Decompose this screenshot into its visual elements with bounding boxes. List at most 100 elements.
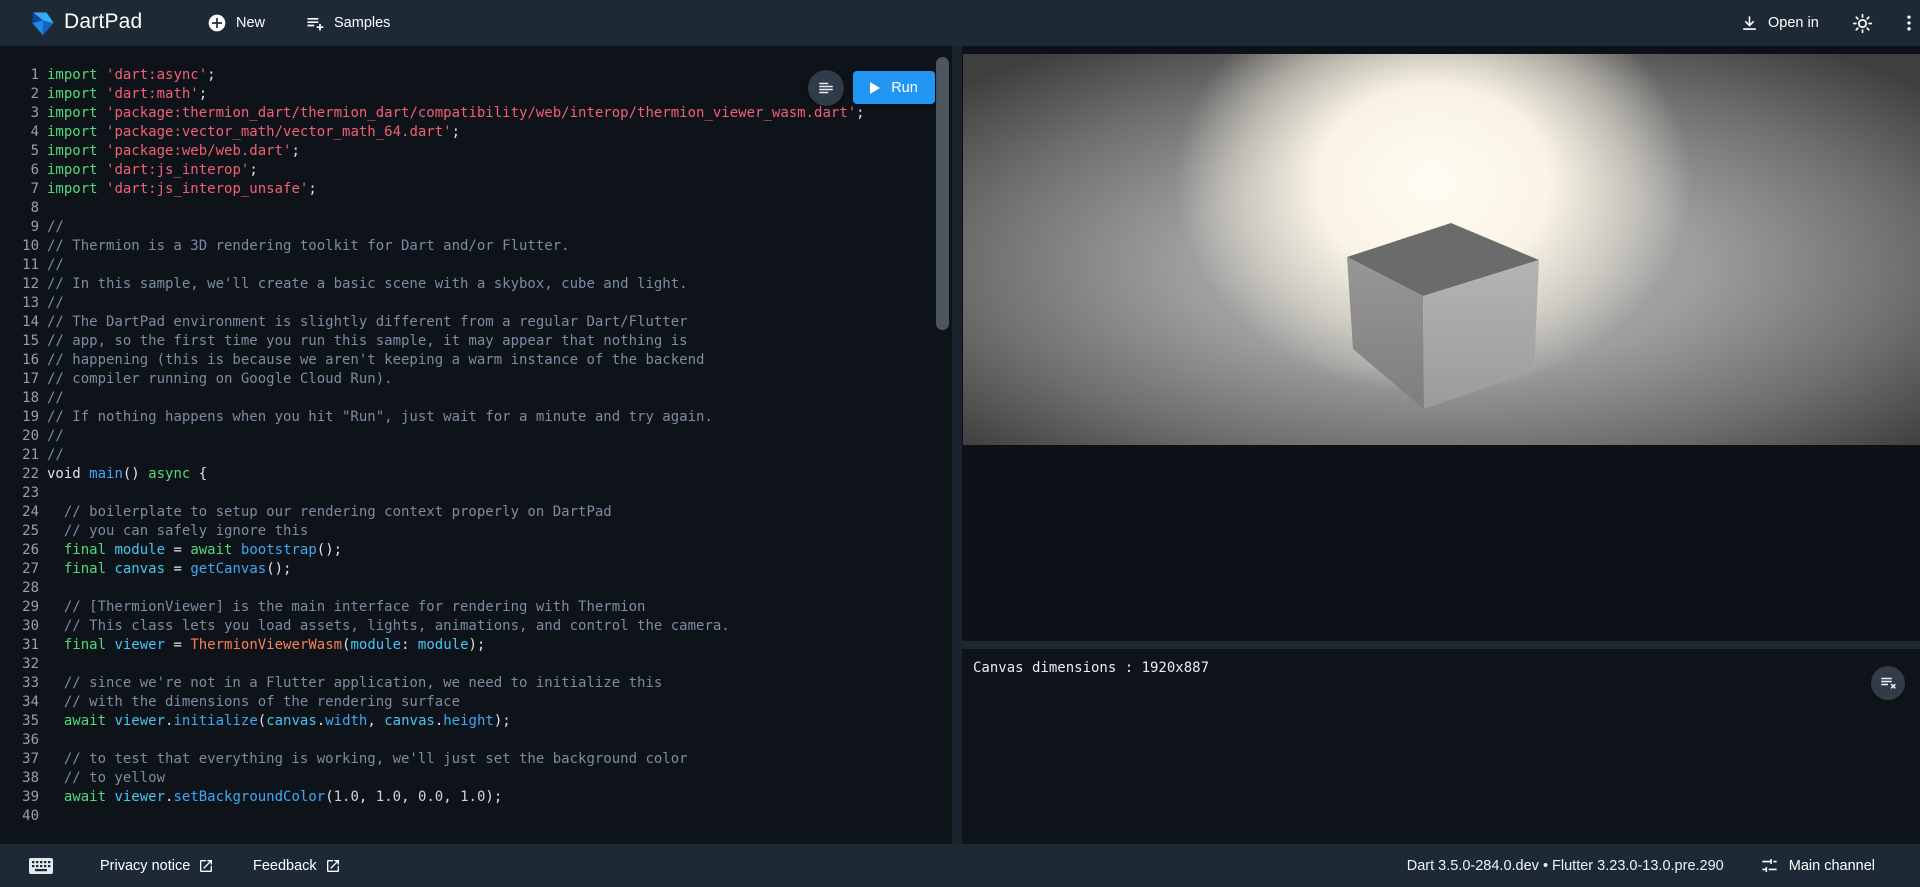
code-line[interactable]: 5import 'package:web/web.dart';: [0, 142, 952, 161]
code-line[interactable]: 20//: [0, 427, 952, 446]
code-line[interactable]: 10// Thermion is a 3D rendering toolkit …: [0, 237, 952, 256]
line-number: 18: [0, 389, 47, 408]
code-line[interactable]: 37 // to test that everything is working…: [0, 750, 952, 769]
code-line[interactable]: 11//: [0, 256, 952, 275]
format-code-button[interactable]: [808, 70, 844, 106]
code-line[interactable]: 9//: [0, 218, 952, 237]
code-line[interactable]: 15// app, so the first time you run this…: [0, 332, 952, 351]
line-content: import 'package:thermion_dart/thermion_d…: [47, 104, 865, 123]
line-content: //: [47, 256, 64, 275]
code-area[interactable]: 1import 'dart:async';2import 'dart:math'…: [0, 66, 952, 826]
keyboard-shortcuts-button[interactable]: [28, 844, 54, 887]
code-line[interactable]: 14// The DartPad environment is slightly…: [0, 313, 952, 332]
code-line[interactable]: 38 // to yellow: [0, 769, 952, 788]
line-number: 17: [0, 370, 47, 389]
line-content: await viewer.initialize(canvas.width, ca…: [47, 712, 511, 731]
brightness-sun-icon: [1852, 13, 1873, 34]
line-number: 33: [0, 674, 47, 693]
samples-button-label: Samples: [334, 15, 390, 31]
line-content: // [ThermionViewer] is the main interfac…: [47, 598, 645, 617]
code-line[interactable]: 30 // This class lets you load assets, l…: [0, 617, 952, 636]
code-line[interactable]: 18//: [0, 389, 952, 408]
code-line[interactable]: 35 await viewer.initialize(canvas.width,…: [0, 712, 952, 731]
sdk-version-text: Dart 3.5.0-284.0.dev • Flutter 3.23.0-13…: [1407, 858, 1724, 874]
theme-brightness-button[interactable]: [1851, 12, 1873, 34]
channel-selector[interactable]: Main channel: [1760, 856, 1875, 875]
code-line[interactable]: 16// happening (this is because we aren'…: [0, 351, 952, 370]
code-line[interactable]: 13//: [0, 294, 952, 313]
code-line[interactable]: 21//: [0, 446, 952, 465]
line-number: 9: [0, 218, 47, 237]
line-number: 31: [0, 636, 47, 655]
code-editor-panel[interactable]: 1import 'dart:async';2import 'dart:math'…: [0, 46, 952, 844]
code-line[interactable]: 32: [0, 655, 952, 674]
code-line[interactable]: 31 final viewer = ThermionViewerWasm(mod…: [0, 636, 952, 655]
code-line[interactable]: 29 // [ThermionViewer] is the main inter…: [0, 598, 952, 617]
code-line[interactable]: 23: [0, 484, 952, 503]
line-content: // since we're not in a Flutter applicat…: [47, 674, 662, 693]
code-line[interactable]: 6import 'dart:js_interop';: [0, 161, 952, 180]
feedback-label: Feedback: [253, 858, 317, 874]
code-line[interactable]: 4import 'package:vector_math/vector_math…: [0, 123, 952, 142]
line-number: 21: [0, 446, 47, 465]
run-button-label: Run: [891, 80, 918, 96]
line-number: 6: [0, 161, 47, 180]
new-button-label: New: [236, 15, 265, 31]
line-number: 8: [0, 199, 47, 218]
samples-button[interactable]: Samples: [305, 0, 390, 46]
code-line[interactable]: 25 // you can safely ignore this: [0, 522, 952, 541]
keyboard-icon: [28, 856, 54, 876]
line-number: 40: [0, 807, 47, 826]
line-content: // compiler running on Google Cloud Run)…: [47, 370, 393, 389]
external-link-icon: [198, 858, 214, 874]
panel-splitter[interactable]: [952, 46, 962, 844]
code-line[interactable]: 28: [0, 579, 952, 598]
code-line[interactable]: 40: [0, 807, 952, 826]
line-content: final viewer = ThermionViewerWasm(module…: [47, 636, 485, 655]
line-number: 30: [0, 617, 47, 636]
line-number: 11: [0, 256, 47, 275]
editor-scrollbar-thumb[interactable]: [936, 57, 949, 330]
line-number: 37: [0, 750, 47, 769]
render-canvas[interactable]: [963, 54, 1920, 445]
run-button[interactable]: Run: [853, 71, 935, 104]
line-content: // with the dimensions of the rendering …: [47, 693, 460, 712]
external-link-icon: [325, 858, 341, 874]
code-line[interactable]: 12// In this sample, we'll create a basi…: [0, 275, 952, 294]
line-number: 29: [0, 598, 47, 617]
code-line[interactable]: 3import 'package:thermion_dart/thermion_…: [0, 104, 952, 123]
code-line[interactable]: 17// compiler running on Google Cloud Ru…: [0, 370, 952, 389]
code-line[interactable]: 33 // since we're not in a Flutter appli…: [0, 674, 952, 693]
code-line[interactable]: 19// If nothing happens when you hit "Ru…: [0, 408, 952, 427]
clear-console-button[interactable]: [1871, 666, 1905, 700]
top-app-bar: DartPad New Samples Open in: [0, 0, 1920, 46]
status-bar: Privacy notice Feedback Dart 3.5.0-284.0…: [0, 844, 1920, 887]
line-number: 1: [0, 66, 47, 85]
line-number: 14: [0, 313, 47, 332]
privacy-notice-link[interactable]: Privacy notice: [100, 844, 214, 887]
line-number: 36: [0, 731, 47, 750]
line-number: 25: [0, 522, 47, 541]
console-divider[interactable]: [962, 641, 1920, 649]
code-line[interactable]: 36: [0, 731, 952, 750]
code-line[interactable]: 8: [0, 199, 952, 218]
overflow-menu-button[interactable]: [1898, 12, 1920, 34]
open-in-button[interactable]: Open in: [1740, 0, 1819, 46]
code-line[interactable]: 27 final canvas = getCanvas();: [0, 560, 952, 579]
code-line[interactable]: 24 // boilerplate to setup our rendering…: [0, 503, 952, 522]
line-number: 2: [0, 85, 47, 104]
code-line[interactable]: 34 // with the dimensions of the renderi…: [0, 693, 952, 712]
open-in-label: Open in: [1768, 15, 1819, 31]
tune-icon: [1760, 856, 1779, 875]
play-icon: [870, 82, 880, 94]
code-line[interactable]: 22void main() async {: [0, 465, 952, 484]
line-content: // happening (this is because we aren't …: [47, 351, 704, 370]
line-content: // boilerplate to setup our rendering co…: [47, 503, 612, 522]
code-line[interactable]: 7import 'dart:js_interop_unsafe';: [0, 180, 952, 199]
code-line[interactable]: 39 await viewer.setBackgroundColor(1.0, …: [0, 788, 952, 807]
code-line[interactable]: 26 final module = await bootstrap();: [0, 541, 952, 560]
new-button[interactable]: New: [207, 0, 265, 46]
line-content: // to yellow: [47, 769, 165, 788]
line-content: // If nothing happens when you hit "Run"…: [47, 408, 713, 427]
feedback-link[interactable]: Feedback: [253, 844, 341, 887]
